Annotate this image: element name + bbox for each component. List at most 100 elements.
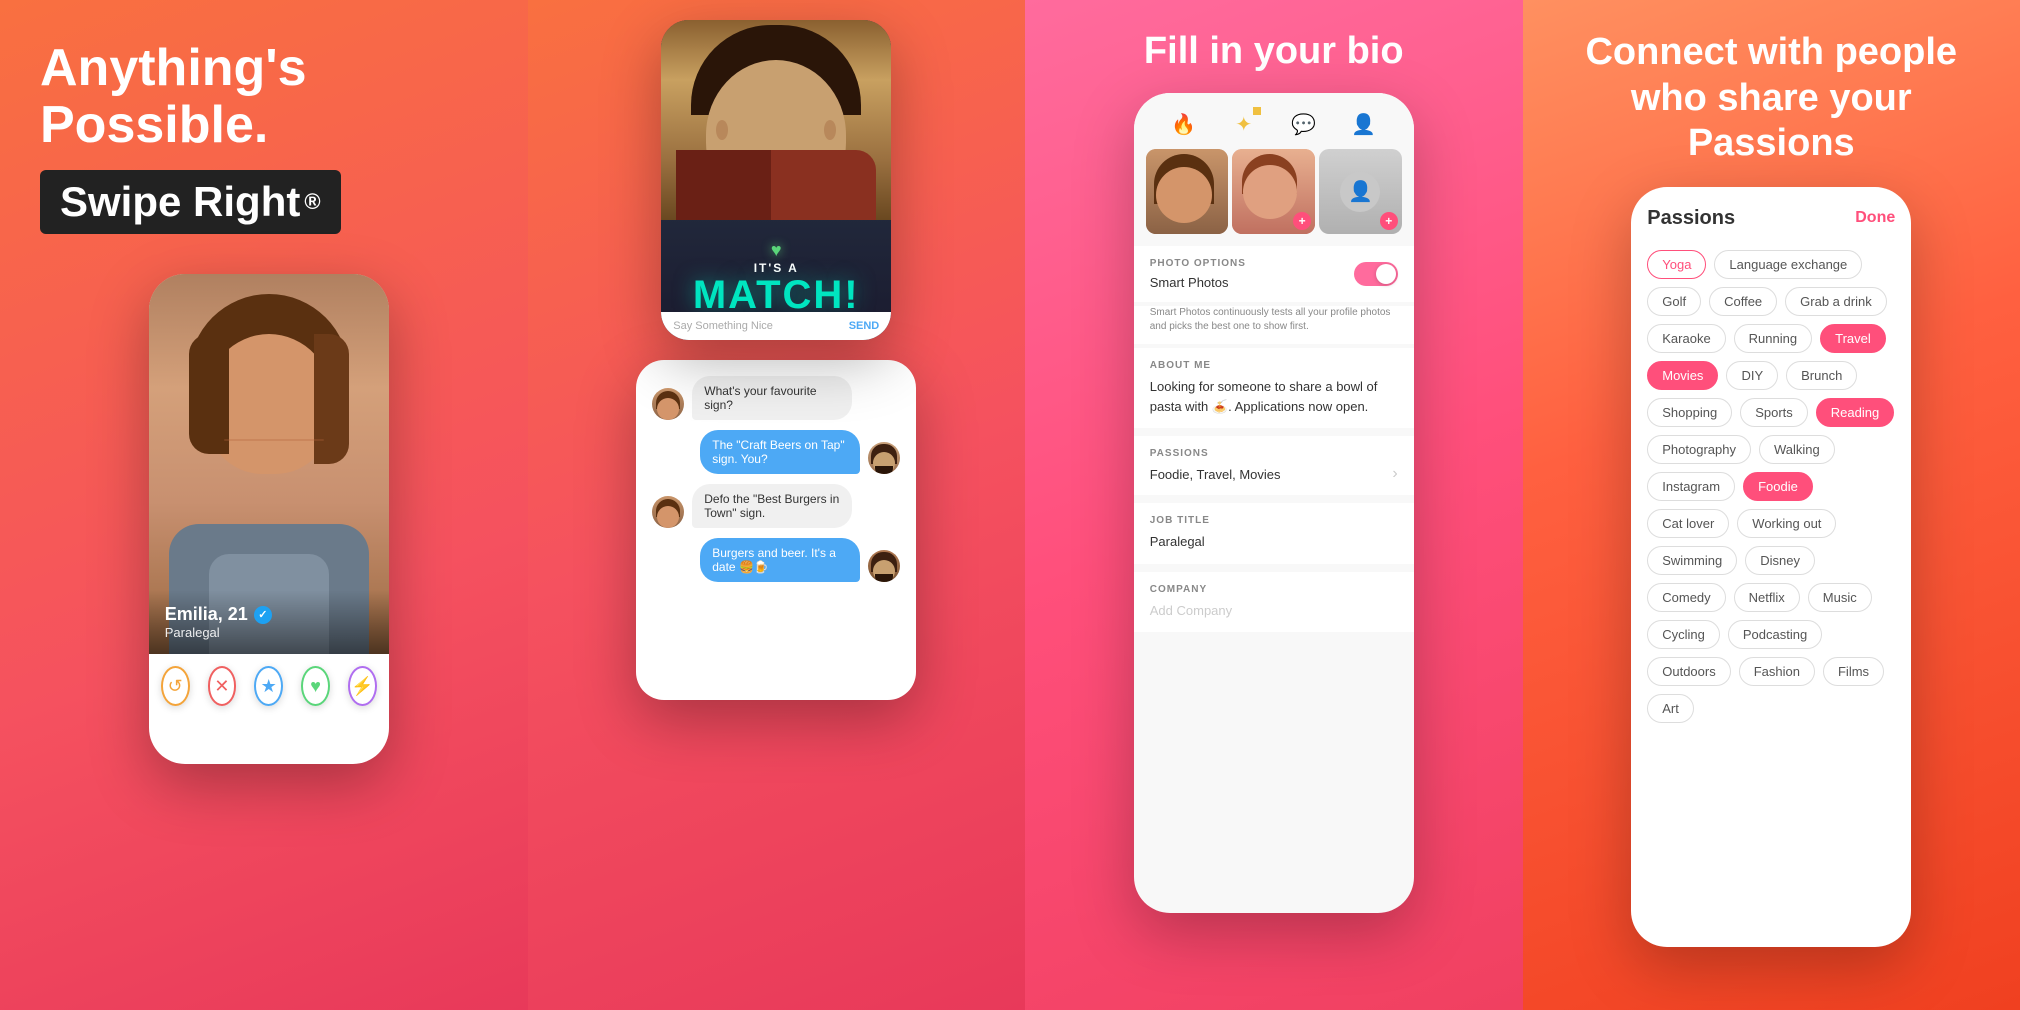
panel-match: ♥ IT'S A MATCH! Ethan likes you too! Say…	[528, 0, 1026, 1010]
passion-tag-swimming[interactable]: Swimming	[1647, 546, 1737, 575]
company-label: COMPANY	[1150, 584, 1398, 595]
passion-tag-language-exchange[interactable]: Language exchange	[1714, 250, 1862, 279]
panel-passions: Connect with peoplewho share your Passio…	[1523, 0, 2020, 1010]
verified-icon: ✓	[254, 606, 272, 624]
boost-button[interactable]: ⚡	[348, 666, 377, 706]
passion-tag-karaoke[interactable]: Karaoke	[1647, 324, 1725, 353]
profile-icon[interactable]: 👤	[1349, 109, 1379, 139]
passion-tag-cat-lover[interactable]: Cat lover	[1647, 509, 1729, 538]
passion-tag-brunch[interactable]: Brunch	[1786, 361, 1857, 390]
toggle-knob	[1376, 264, 1396, 284]
panel1-headline: Anything'sPossible.	[40, 40, 307, 154]
photo-slot-3[interactable]: 👤 +	[1319, 149, 1402, 234]
about-me-text: Looking for someone to share a bowl of p…	[1150, 377, 1398, 416]
nope-button[interactable]: ✕	[208, 666, 237, 706]
passion-tag-diy[interactable]: DIY	[1726, 361, 1778, 390]
passion-tag-movies[interactable]: Movies	[1647, 361, 1718, 390]
job-title-label: JOB TITLE	[1150, 515, 1398, 526]
passion-tag-travel[interactable]: Travel	[1820, 324, 1886, 353]
panel-bio: Fill in your bio 🔥 ✦ ● 💬 👤	[1025, 0, 1523, 1010]
chat-placeholder: Say Something Nice	[673, 320, 840, 332]
company-section[interactable]: COMPANY Add Company	[1134, 572, 1414, 633]
chat-message-3: Defo the "Best Burgers in Town" sign.	[652, 484, 900, 528]
passion-tag-golf[interactable]: Golf	[1647, 287, 1701, 316]
passion-tag-walking[interactable]: Walking	[1759, 435, 1835, 464]
passion-tag-outdoors[interactable]: Outdoors	[1647, 657, 1730, 686]
passion-tag-music[interactable]: Music	[1808, 583, 1872, 612]
message-text-3: Defo the "Best Burgers in Town" sign.	[692, 484, 852, 528]
phone-passions-screen: Passions Done Yoga Language exchange Golf C…	[1631, 187, 1911, 947]
phone-chat-screen: What's your favourite sign? The "Craft B…	[636, 360, 916, 700]
card-job: Paralegal	[165, 625, 373, 640]
avatar-1	[652, 388, 684, 420]
rewind-button[interactable]: ↺	[161, 666, 190, 706]
photo-options-container: PHOTO OPTIONS Smart Photos	[1134, 246, 1414, 302]
match-title: MATCH!	[661, 275, 891, 315]
passion-tag-films[interactable]: Films	[1823, 657, 1884, 686]
passion-tag-foodie[interactable]: Foodie	[1743, 472, 1813, 501]
job-title-value: Paralegal	[1150, 532, 1398, 552]
passion-tag-shopping[interactable]: Shopping	[1647, 398, 1732, 427]
swipe-right-text: Swipe Right	[60, 178, 300, 226]
company-placeholder: Add Company	[1150, 601, 1398, 621]
heart-icon: ♥	[661, 240, 891, 261]
super-like-button[interactable]: ★	[254, 666, 283, 706]
like-button[interactable]: ♥	[301, 666, 330, 706]
chat-message-2: The "Craft Beers on Tap" sign. You?	[652, 430, 900, 474]
passion-tag-grab-a-drink[interactable]: Grab a drink	[1785, 287, 1887, 316]
smart-photos-desc: Smart Photos continuously tests all your…	[1134, 306, 1414, 344]
passion-tag-disney[interactable]: Disney	[1745, 546, 1815, 575]
passions-tags-grid: Yoga Language exchange Golf Coffee Grab a dr…	[1647, 250, 1895, 723]
passion-tag-podcasting[interactable]: Podcasting	[1728, 620, 1822, 649]
chevron-icon: ›	[1392, 465, 1397, 483]
panel3-title: Fill in your bio	[1144, 30, 1404, 73]
passion-tag-reading[interactable]: Reading	[1816, 398, 1894, 427]
passion-tag-comedy[interactable]: Comedy	[1647, 583, 1725, 612]
passions-section[interactable]: PASSIONS Foodie, Travel, Movies ›	[1134, 436, 1414, 495]
avatar-2	[868, 442, 900, 474]
passion-tag-coffee[interactable]: Coffee	[1709, 287, 1777, 316]
message-text-1: What's your favourite sign?	[692, 376, 852, 420]
passion-tag-sports[interactable]: Sports	[1740, 398, 1808, 427]
passions-title: Passions	[1647, 207, 1735, 230]
about-me-section: ABOUT ME Looking for someone to share a …	[1134, 348, 1414, 428]
photo-slot-1[interactable]	[1146, 149, 1229, 234]
photos-grid: + 👤 +	[1134, 149, 1414, 234]
chat-icon[interactable]: 💬	[1289, 109, 1319, 139]
smart-photos-label: Smart Photos	[1150, 275, 1246, 290]
add-photo-2[interactable]: +	[1293, 212, 1311, 230]
action-buttons: ↺ ✕ ★ ♥ ⚡	[149, 654, 389, 718]
card-name: Emilia, 21 ✓	[165, 604, 373, 625]
add-photo-3[interactable]: +	[1380, 212, 1398, 230]
done-button[interactable]: Done	[1855, 209, 1895, 227]
message-text-2: The "Craft Beers on Tap" sign. You?	[700, 430, 860, 474]
match-background: ♥ IT'S A MATCH! Ethan likes you too! Say…	[661, 20, 891, 340]
sparkle-icon[interactable]: ✦ ●	[1229, 109, 1259, 139]
chat-message-4: Burgers and beer. It's a date 🍔🍺	[652, 538, 900, 582]
passion-tag-yoga[interactable]: Yoga	[1647, 250, 1706, 279]
photo-slot-2[interactable]: +	[1232, 149, 1315, 234]
message-text-4: Burgers and beer. It's a date 🍔🍺	[700, 538, 860, 582]
match-photo	[661, 20, 891, 220]
passion-tag-working-out[interactable]: Working out	[1737, 509, 1836, 538]
passion-tag-running[interactable]: Running	[1734, 324, 1812, 353]
send-button[interactable]: SEND	[849, 320, 880, 332]
passion-tag-art[interactable]: Art	[1647, 694, 1694, 723]
passion-tag-fashion[interactable]: Fashion	[1739, 657, 1815, 686]
passion-tag-photography[interactable]: Photography	[1647, 435, 1751, 464]
passion-tag-netflix[interactable]: Netflix	[1734, 583, 1800, 612]
passion-tag-cycling[interactable]: Cycling	[1647, 620, 1720, 649]
trademark: ®	[304, 189, 320, 215]
smart-photos-toggle[interactable]	[1354, 262, 1398, 286]
about-me-label: ABOUT ME	[1150, 360, 1398, 371]
passions-value: Foodie, Travel, Movies ›	[1150, 465, 1398, 483]
chat-messages: What's your favourite sign? The "Craft B…	[652, 376, 900, 684]
passions-label: PASSIONS	[1150, 448, 1398, 459]
phone-nav-icons: 🔥 ✦ ● 💬 👤	[1134, 93, 1414, 149]
swipe-right-badge: Swipe Right®	[40, 170, 341, 234]
job-title-section[interactable]: JOB TITLE Paralegal	[1134, 503, 1414, 564]
chat-message-1: What's your favourite sign?	[652, 376, 900, 420]
flame-icon[interactable]: 🔥	[1169, 109, 1199, 139]
passion-tag-instagram[interactable]: Instagram	[1647, 472, 1735, 501]
card-info: Emilia, 21 ✓ Paralegal	[149, 590, 389, 654]
